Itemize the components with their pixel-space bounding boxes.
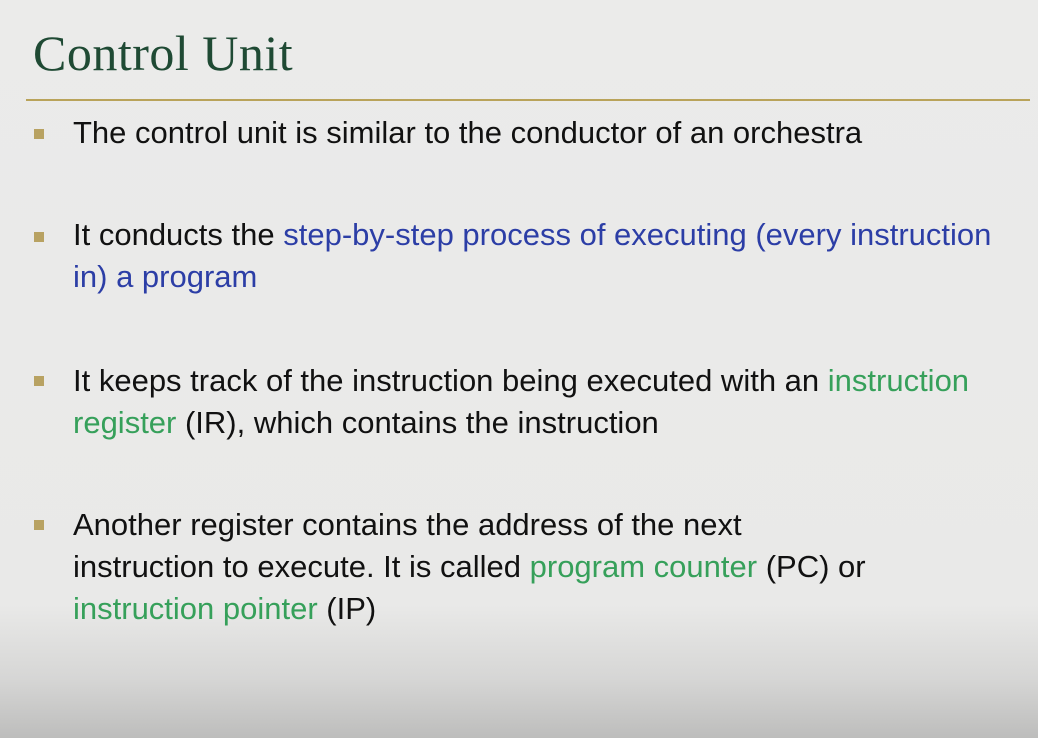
bullet-line: instruction pointer (IP): [73, 588, 1018, 630]
bullet-text-plain: (IR), which contains the instruction: [176, 405, 659, 440]
bullet-text-plain: It keeps track of the instruction being …: [73, 363, 828, 398]
bullet-text: It conducts the step-by-step process of …: [73, 214, 1018, 298]
highlight-instruction-pointer: instruction pointer: [73, 591, 318, 626]
highlight-program-counter: program counter: [529, 549, 758, 584]
title-divider: [26, 99, 1030, 101]
bullet-text-plain: (PC) or: [757, 549, 866, 584]
bullet-text-plain: The control unit is similar to the condu…: [73, 115, 863, 150]
bullet-text: Another register contains the address of…: [73, 504, 1018, 630]
bullet-line: Another register contains the address of…: [73, 507, 742, 542]
bullet-text-plain: (IP): [317, 591, 377, 626]
bullet-square-icon: [34, 376, 44, 386]
bullet-text-plain: It conducts the: [73, 217, 284, 252]
bullet-square-icon: [34, 520, 44, 530]
bullet-square-icon: [34, 232, 44, 242]
bullet-square-icon: [34, 129, 44, 139]
bullet-text-plain: instruction to execute. It is called: [73, 549, 530, 584]
bullet-text: The control unit is similar to the condu…: [73, 112, 1018, 154]
slide-title: Control Unit: [33, 25, 294, 81]
bullet-text: It keeps track of the instruction being …: [73, 360, 1018, 444]
bullet-line: instruction to execute. It is called pro…: [73, 546, 1018, 588]
